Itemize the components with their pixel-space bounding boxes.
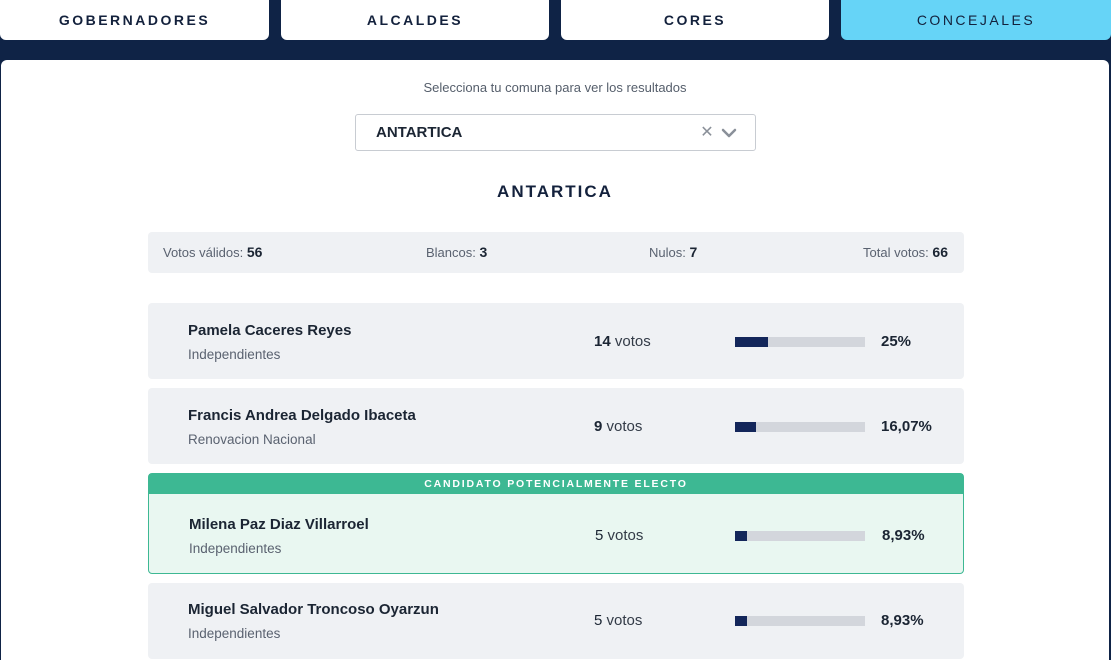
vote-share-bar — [735, 616, 865, 626]
vote-share-fill — [735, 616, 747, 626]
vote-share-bar — [735, 337, 865, 347]
candidate-party: Renovacion Nacional — [188, 432, 316, 447]
candidate-votes: 14 votos — [594, 333, 651, 350]
vote-share-fill — [735, 337, 768, 347]
clear-icon[interactable]: ✕ — [699, 123, 715, 143]
candidate-name: Pamela Caceres Reyes — [188, 322, 352, 339]
candidate-name: Miguel Salvador Troncoso Oyarzun — [188, 601, 439, 618]
vote-share-fill — [735, 531, 747, 541]
chevron-down-icon[interactable] — [721, 125, 737, 141]
elected-banner: CANDIDATO POTENCIALMENTE ELECTO — [149, 474, 963, 494]
tab-cores[interactable]: CORES — [561, 0, 829, 40]
commune-title: ANTARTICA — [497, 182, 613, 201]
total-votes: Total votos: 66 — [863, 244, 948, 260]
tab-concejales[interactable]: CONCEJALES — [841, 0, 1111, 40]
blank-votes: Blancos: 3 — [426, 244, 488, 260]
candidate-votes: 5 votos — [595, 527, 644, 544]
results-panel: Selecciona tu comuna para ver los result… — [1, 60, 1109, 660]
candidate-percent: 25% — [881, 333, 912, 350]
commune-prompt: Selecciona tu comuna para ver los result… — [423, 80, 687, 95]
tab-gobernadores[interactable]: GOBERNADORES — [0, 0, 269, 40]
candidate-card-elected: CANDIDATO POTENCIALMENTE ELECTO Milena P… — [148, 473, 964, 574]
candidate-party: Independientes — [189, 541, 282, 556]
valid-votes: Votos válidos: 56 — [163, 244, 263, 260]
candidate-card: Pamela Caceres Reyes Independientes 14 v… — [148, 303, 964, 379]
candidate-card: Miguel Salvador Troncoso Oyarzun Indepen… — [148, 583, 964, 659]
candidate-percent: 8,93% — [882, 527, 925, 544]
commune-select[interactable]: ANTARTICA ✕ — [355, 114, 756, 151]
null-votes: Nulos: 7 — [649, 244, 698, 260]
candidate-card: Francis Andrea Delgado Ibaceta Renovacio… — [148, 388, 964, 464]
candidate-party: Independientes — [188, 347, 281, 362]
candidate-percent: 8,93% — [881, 612, 924, 629]
candidate-percent: 16,07% — [881, 418, 932, 435]
vote-summary: Votos válidos: 56 Blancos: 3 Nulos: 7 To… — [148, 232, 964, 273]
election-tabs: GOBERNADORES ALCALDES CORES CONCEJALES — [0, 0, 1111, 40]
candidate-party: Independientes — [188, 626, 281, 641]
vote-share-fill — [735, 422, 756, 432]
candidate-votes: 9 votos — [594, 418, 643, 435]
commune-select-value: ANTARTICA — [376, 124, 463, 141]
candidate-name: Francis Andrea Delgado Ibaceta — [188, 407, 416, 424]
candidate-name: Milena Paz Diaz Villarroel — [189, 516, 369, 533]
vote-share-bar — [735, 531, 865, 541]
candidate-votes: 5 votos — [594, 612, 643, 629]
tab-alcaldes[interactable]: ALCALDES — [281, 0, 549, 40]
vote-share-bar — [735, 422, 865, 432]
